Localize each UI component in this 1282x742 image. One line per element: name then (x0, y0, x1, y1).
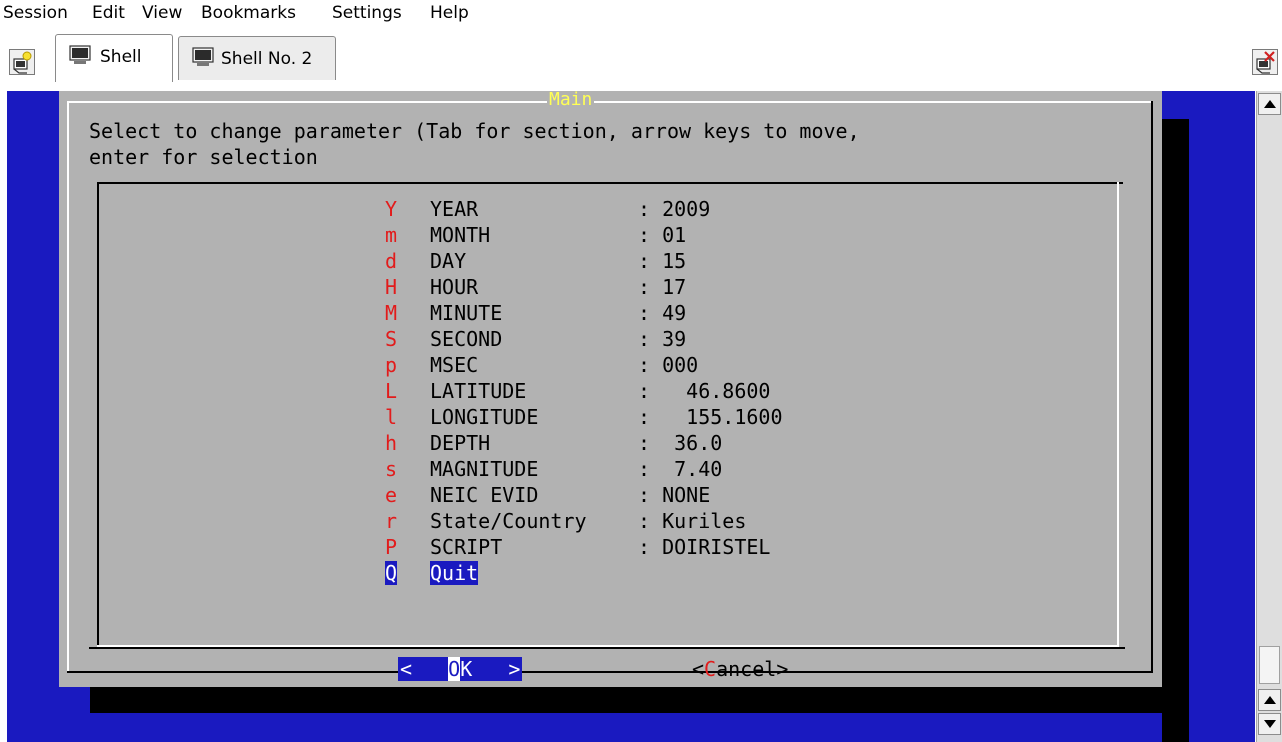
terminal-monitor-icon (191, 46, 215, 73)
close-session-icon (1256, 51, 1275, 74)
param-value: : 7.40 (638, 457, 723, 481)
param-name: LONGITUDE (430, 405, 539, 429)
cancel-label-rest: ancel (716, 657, 777, 681)
dialog-shadow-bottom (90, 686, 1189, 713)
scrollbar-grip[interactable] (1259, 646, 1280, 684)
param-value: : 000 (638, 353, 699, 377)
param-value: : 49 (638, 301, 687, 325)
param-name: DAY (430, 249, 467, 273)
param-name: Quit (430, 561, 479, 585)
param-value: : Kuriles (638, 509, 747, 533)
outer-frame-right (1151, 101, 1153, 673)
param-name: SECOND (430, 327, 503, 351)
terminal-view[interactable]: Main Select to change parameter (Tab for… (7, 91, 1255, 742)
param-name: MONTH (430, 223, 491, 247)
arrow-up-icon (1264, 696, 1276, 704)
ok-button[interactable]: < OK > (398, 657, 523, 681)
param-value: : 01 (638, 223, 687, 247)
hotkey: p (385, 353, 398, 377)
hotkey: L (385, 379, 398, 403)
dialog-prompt-line-2: enter for selection (89, 145, 318, 169)
cancel-button[interactable]: <Cancel> (692, 657, 788, 681)
terminal-monitor-icon (68, 44, 92, 71)
menu-help[interactable]: Help (430, 3, 469, 23)
param-value: : 15 (638, 249, 687, 273)
list-frame-right (1117, 182, 1119, 647)
arrow-up-icon (1264, 100, 1276, 108)
scroll-up-button[interactable] (1258, 93, 1281, 115)
param-value: : 17 (638, 275, 687, 299)
param-name: DEPTH (430, 431, 491, 455)
menu-settings[interactable]: Settings (332, 3, 402, 23)
param-value: : 36.0 (638, 431, 723, 455)
param-name: State/Country (430, 509, 587, 533)
menu-session[interactable]: Session (3, 3, 68, 23)
close-session-button[interactable] (1252, 49, 1278, 75)
ok-hotkey: O (448, 657, 461, 681)
menu-view[interactable]: View (142, 3, 182, 23)
ok-close-bracket: > (508, 657, 521, 681)
scroll-up-button-bottom[interactable] (1258, 689, 1281, 711)
menu-bookmarks[interactable]: Bookmarks (201, 3, 296, 23)
tab-shell-no-2[interactable]: Shell No. 2 (178, 36, 336, 80)
param-name: SCRIPT (430, 535, 503, 559)
hotkey: S (385, 327, 398, 351)
dialog-title: Main (547, 91, 595, 110)
dialog-prompt-line-1: Select to change parameter (Tab for sect… (89, 119, 860, 143)
tab-bar: Shell Shell No. 2 (0, 34, 1282, 88)
outer-frame-left (67, 101, 69, 673)
param-name: HOUR (430, 275, 479, 299)
cancel-open-bracket: < (692, 657, 705, 681)
tab-shell[interactable]: Shell (55, 34, 173, 82)
param-name: NEIC EVID (430, 483, 539, 507)
param-value: : 2009 (638, 197, 711, 221)
ok-label-rest: K (460, 657, 473, 681)
hotkey: Y (385, 197, 398, 221)
arrow-down-icon (1264, 720, 1276, 728)
hotkey: P (385, 535, 398, 559)
param-name: MINUTE (430, 301, 503, 325)
list-frame-top (97, 182, 1123, 184)
hotkey: h (385, 431, 398, 455)
outer-frame-top (67, 101, 1153, 103)
menu-edit[interactable]: Edit (92, 3, 125, 23)
param-value: : 46.8600 (638, 379, 771, 403)
param-value: : 155.1600 (638, 405, 783, 429)
param-name: MAGNITUDE (430, 457, 539, 481)
hotkey: Q (385, 561, 398, 585)
param-value: : 39 (638, 327, 687, 351)
param-value: : DOIRISTEL (638, 535, 771, 559)
scroll-down-button[interactable] (1258, 713, 1281, 735)
param-value: : NONE (638, 483, 711, 507)
terminal-scrollbar[interactable] (1256, 91, 1282, 742)
param-name: MSEC (430, 353, 479, 377)
outer-frame-bottom (67, 671, 1153, 673)
param-name: YEAR (430, 197, 479, 221)
hotkey: l (385, 405, 398, 429)
button-separator (89, 647, 1125, 649)
tab-shell-label: Shell (100, 47, 142, 67)
list-frame-left (97, 182, 99, 647)
hotkey: M (385, 301, 398, 325)
menu-bar: Session Edit View Bookmarks Settings Hel… (0, 0, 1282, 30)
param-name: LATITUDE (430, 379, 527, 403)
hotkey: d (385, 249, 398, 273)
cancel-close-bracket: > (776, 657, 789, 681)
main-dialog: Main Select to change parameter (Tab for… (59, 91, 1162, 687)
ok-open-bracket: < (400, 657, 413, 681)
dialog-shadow-right (1162, 119, 1189, 742)
tab-shell-no-2-label: Shell No. 2 (221, 49, 313, 69)
hotkey: e (385, 483, 398, 507)
cancel-hotkey: C (704, 657, 717, 681)
hotkey: m (385, 223, 398, 247)
hotkey: r (385, 509, 398, 533)
hotkey: H (385, 275, 398, 299)
hotkey: s (385, 457, 398, 481)
